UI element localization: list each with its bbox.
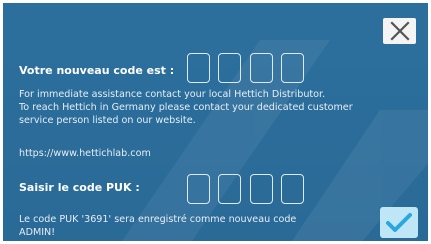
puk-digit-2-input[interactable] bbox=[218, 174, 241, 204]
puk-digit-1-input[interactable] bbox=[187, 174, 210, 204]
new-code-digit-2 bbox=[218, 53, 241, 83]
info-line-1: For immediate assistance contact your lo… bbox=[19, 89, 326, 100]
website-text: https://www.hettichlab.com bbox=[19, 148, 151, 159]
footer-line-2: ADMIN! bbox=[19, 227, 56, 238]
new-code-label: Votre nouveau code est : bbox=[19, 64, 175, 77]
confirm-button[interactable] bbox=[380, 207, 418, 238]
info-line-3: service person listed on our website. bbox=[19, 115, 196, 126]
new-code-digit-4 bbox=[281, 53, 304, 83]
close-button[interactable] bbox=[383, 18, 416, 44]
puk-digit-4-input[interactable] bbox=[281, 174, 304, 204]
info-line-2: To reach Hettich in Germany please conta… bbox=[19, 102, 353, 113]
new-code-digit-3 bbox=[250, 53, 273, 83]
footer-line-1: Le code PUK '3691' sera enregistré comme… bbox=[19, 214, 297, 225]
checkmark-icon bbox=[386, 212, 412, 232]
puk-digit-3-input[interactable] bbox=[250, 174, 273, 204]
close-icon bbox=[389, 21, 410, 41]
new-code-digit-1 bbox=[187, 53, 210, 83]
puk-label: Saisir le code PUK : bbox=[19, 181, 140, 194]
